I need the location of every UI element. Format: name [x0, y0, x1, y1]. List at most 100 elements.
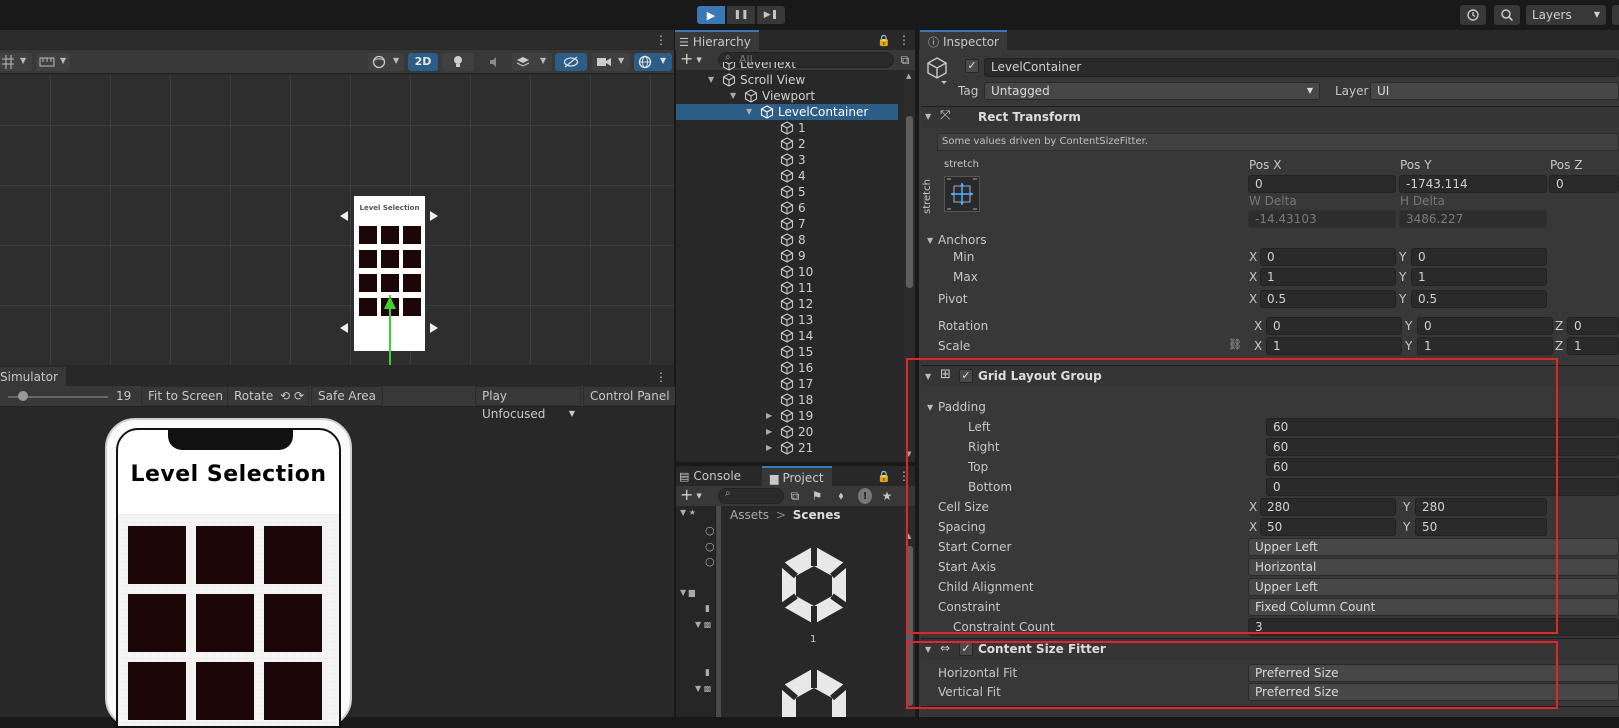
collapsed-arrow-icon[interactable]: ▶: [766, 424, 772, 440]
tree-item-icon[interactable]: ○: [705, 524, 715, 537]
search-by-type-icon[interactable]: ⧉: [788, 488, 802, 504]
level-tile[interactable]: [196, 594, 254, 652]
horizontal-fit-dropdown[interactable]: Preferred Size: [1248, 664, 1619, 682]
level-tile[interactable]: [264, 594, 322, 652]
foldout-arrow-icon[interactable]: ▼: [925, 372, 931, 381]
pivot-x-field[interactable]: 0.5: [1260, 290, 1396, 308]
history-button[interactable]: [1460, 5, 1486, 25]
cell-size-y-field[interactable]: 280: [1415, 498, 1547, 516]
level-tile[interactable]: [128, 594, 186, 652]
level-tile[interactable]: [264, 526, 322, 584]
foldout-arrow-icon[interactable]: ▼: [925, 112, 931, 121]
hierarchy-item[interactable]: 1: [676, 120, 898, 136]
simulated-device-screen[interactable]: Level Selection: [116, 428, 341, 728]
hierarchy-item[interactable]: 18: [676, 392, 898, 408]
spacing-x-field[interactable]: 50: [1260, 518, 1396, 536]
grid-snap-button[interactable]: ▼: [0, 53, 32, 71]
hierarchy-item[interactable]: ▼ Viewport: [676, 88, 898, 104]
tab-inspector[interactable]: ⓘ Inspector: [920, 30, 1007, 50]
lock-icon[interactable]: 🔒: [877, 468, 891, 484]
hierarchy-scrollbar[interactable]: ▲ ▼: [904, 70, 915, 462]
gameobject-name-field[interactable]: LevelContainer: [984, 58, 1619, 77]
hierarchy-item[interactable]: 13: [676, 312, 898, 328]
project-tree-scrollbar[interactable]: [716, 506, 721, 717]
hierarchy-item[interactable]: 5: [676, 184, 898, 200]
tab-project[interactable]: ▆ Project: [762, 466, 832, 486]
project-scroll-thumb[interactable]: [906, 546, 913, 706]
scale-slider-thumb[interactable]: [18, 391, 28, 401]
scroll-up-icon[interactable]: ▲: [906, 532, 911, 540]
vertical-fit-dropdown[interactable]: Preferred Size: [1248, 683, 1619, 701]
favorites-arrow-icon[interactable]: ▼ ★: [680, 508, 696, 517]
anchor-max-y-field[interactable]: 1: [1411, 268, 1547, 286]
tree-item-icon[interactable]: ▼ ▩: [695, 620, 711, 629]
expanded-arrow-icon[interactable]: ▼: [708, 72, 714, 88]
hierarchy-item[interactable]: 3: [676, 152, 898, 168]
increment-snap-button[interactable]: ▼: [36, 53, 70, 71]
padding-bottom-field[interactable]: 0: [1266, 478, 1619, 496]
project-scrollbar[interactable]: ▲: [904, 506, 915, 717]
level-tile[interactable]: [128, 526, 186, 584]
anchor-min-y-field[interactable]: 0: [1411, 248, 1547, 266]
anchor-presets-button[interactable]: [944, 176, 980, 212]
breadcrumb-assets[interactable]: Assets: [730, 508, 769, 522]
padding-top-field[interactable]: 60: [1266, 458, 1619, 476]
hierarchy-scroll-thumb[interactable]: [906, 116, 913, 288]
hierarchy-menu-icon[interactable]: ⋮: [898, 32, 910, 48]
anchor-max-x-field[interactable]: 1: [1260, 268, 1396, 286]
camera-button[interactable]: ▼: [592, 53, 630, 71]
lock-icon[interactable]: 🔒: [877, 32, 891, 48]
layers-dropdown[interactable]: Layers ▼: [1526, 5, 1606, 25]
tree-item-icon[interactable]: ▼ ▩: [695, 684, 711, 693]
scale-y-field[interactable]: 1: [1417, 337, 1553, 355]
hierarchy-item[interactable]: 6: [676, 200, 898, 216]
unity-scene-asset-icon[interactable]: [778, 666, 850, 717]
simulator-tab-menu-icon[interactable]: ⋮: [655, 369, 667, 385]
tree-item-icon[interactable]: ○: [705, 540, 715, 553]
rotate-button[interactable]: Rotate ⟲ ⟳: [227, 386, 309, 406]
unity-scene-asset-icon[interactable]: [778, 544, 850, 626]
constraint-dropdown[interactable]: Fixed Column Count: [1248, 598, 1619, 616]
layer-dropdown[interactable]: UI: [1370, 82, 1619, 100]
expanded-arrow-icon[interactable]: ▼: [746, 104, 752, 120]
gizmos-button[interactable]: ▼: [634, 53, 672, 71]
gameobject-active-checkbox[interactable]: ✓: [965, 59, 979, 73]
hierarchy-item[interactable]: 7: [676, 216, 898, 232]
rotation-z-field[interactable]: 0: [1567, 317, 1619, 335]
expanded-arrow-icon[interactable]: ▼: [730, 88, 736, 104]
constrain-proportions-icon[interactable]: ⛓: [1228, 338, 1242, 351]
move-gizmo[interactable]: [340, 208, 440, 365]
tab-console[interactable]: ▤ Console: [675, 466, 749, 486]
tree-item-icon[interactable]: ▮: [705, 604, 710, 614]
anchor-handle-icon[interactable]: [340, 323, 348, 333]
hierarchy-item[interactable]: ▶ 20: [676, 424, 898, 440]
tree-item-icon[interactable]: ○: [705, 555, 715, 568]
hierarchy-item[interactable]: LevelText: [676, 62, 898, 72]
foldout-arrow-icon[interactable]: ▼: [927, 403, 933, 412]
safe-area-button[interactable]: Safe Area: [311, 386, 384, 406]
hierarchy-item[interactable]: ▼ LevelContainer: [676, 104, 898, 120]
scene-grid[interactable]: [0, 75, 674, 365]
scroll-down-icon[interactable]: ▼: [906, 450, 911, 458]
y-axis-arrow-icon[interactable]: [384, 296, 396, 309]
start-axis-dropdown[interactable]: Horizontal: [1248, 558, 1619, 576]
project-menu-icon[interactable]: ⋮: [898, 468, 910, 484]
draw-mode-button[interactable]: ▼: [368, 53, 404, 71]
favorite-star-icon[interactable]: ★: [880, 488, 894, 504]
tree-item-icon[interactable]: ▮: [705, 668, 710, 678]
level-tile[interactable]: [196, 662, 254, 720]
grid-layout-enabled-checkbox[interactable]: ✓: [959, 369, 973, 383]
cell-size-x-field[interactable]: 280: [1260, 498, 1396, 516]
lighting-toggle[interactable]: [442, 53, 474, 71]
rotation-x-field[interactable]: 0: [1266, 317, 1402, 335]
scale-z-field[interactable]: 1: [1567, 337, 1619, 355]
search-by-label-icon[interactable]: ⚑: [810, 488, 824, 504]
hierarchy-item[interactable]: ▶ 19: [676, 408, 898, 424]
collapsed-arrow-icon[interactable]: ▶: [766, 440, 772, 456]
hierarchy-item[interactable]: 14: [676, 328, 898, 344]
scene-tab-menu-icon[interactable]: ⋮: [655, 32, 667, 48]
play-button[interactable]: ▶: [697, 6, 725, 24]
pause-button[interactable]: ❚❚: [727, 6, 755, 24]
hierarchy-item[interactable]: 15: [676, 344, 898, 360]
pivot-y-field[interactable]: 0.5: [1411, 290, 1547, 308]
